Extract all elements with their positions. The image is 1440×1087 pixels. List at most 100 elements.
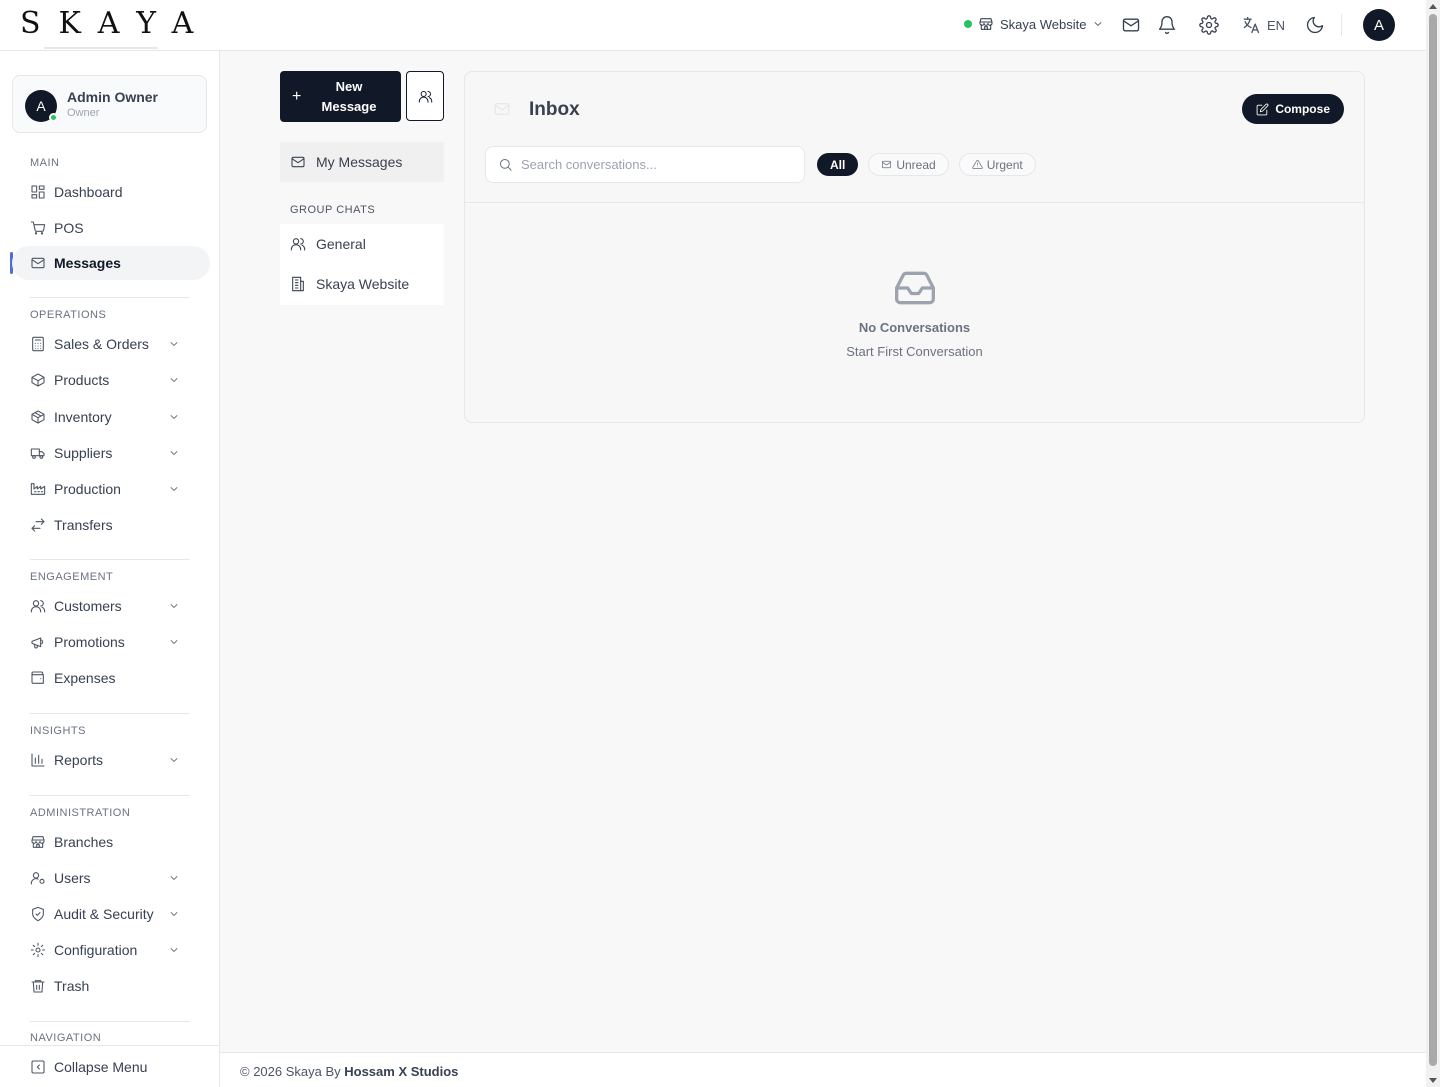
users-icon <box>418 90 432 103</box>
empty-state-subtitle[interactable]: Start First Conversation <box>465 344 1364 359</box>
sidebar-item-pos[interactable]: POS <box>12 211 210 245</box>
chevron-down-icon <box>170 912 178 916</box>
sidebar-item-configuration[interactable]: Configuration <box>12 933 210 967</box>
chevron-down-icon <box>170 378 178 382</box>
sidebar-item-promotions[interactable]: Promotions <box>12 625 210 659</box>
collapse-menu-button[interactable]: Collapse Menu <box>12 1050 210 1084</box>
group-chat-label: Skaya Website <box>316 276 410 292</box>
notifications-button[interactable] <box>1157 15 1177 35</box>
sidebar-item-inventory[interactable]: Inventory <box>12 400 210 434</box>
sidebar-item-label: Suppliers <box>54 445 113 461</box>
sidebar-item-trash[interactable]: Trash <box>12 969 210 1003</box>
compose-button[interactable]: Compose <box>1242 94 1344 124</box>
filter-all[interactable]: All <box>817 153 859 176</box>
sidebar-footer: Collapse Menu <box>0 1045 219 1087</box>
branch-selector[interactable]: Skaya Website <box>964 16 1104 32</box>
scroll-thumb[interactable] <box>1429 14 1437 1066</box>
factory-icon <box>30 483 46 495</box>
group-chat-label: General <box>316 236 366 252</box>
inbox-header-icon <box>493 100 511 118</box>
group-chats-list: General Skaya Website <box>280 224 444 305</box>
branch-status-dot <box>964 20 972 28</box>
scrollbar[interactable] <box>1426 0 1440 1087</box>
user-cog-icon <box>30 872 45 885</box>
sidebar-item-label: Inventory <box>54 409 112 425</box>
plus-icon: + <box>292 88 302 105</box>
building-icon <box>292 276 304 292</box>
search-input[interactable] <box>521 157 791 172</box>
section-label-administration: ADMINISTRATION <box>30 807 131 819</box>
sidebar-item-sales-orders[interactable]: Sales & Orders <box>12 327 210 361</box>
gear-icon <box>1199 15 1219 35</box>
chevron-down-icon <box>170 342 178 346</box>
user-avatar-button[interactable]: A <box>1363 9 1395 41</box>
group-chat-skaya-website[interactable]: Skaya Website <box>280 264 444 304</box>
edit-icon <box>1256 103 1269 115</box>
online-status-dot <box>49 113 58 122</box>
sidebar-item-reports[interactable]: Reports <box>12 743 210 777</box>
sidebar-item-label: Sales & Orders <box>54 336 149 352</box>
footer: © 2026 Skaya By Hossam X Studios <box>220 1052 1426 1087</box>
package-icon <box>31 410 45 424</box>
sidebar-item-label: Configuration <box>54 942 138 958</box>
filter-unread[interactable]: Unread <box>868 153 949 176</box>
sidebar-item-label: Reports <box>54 752 104 768</box>
app-logo[interactable]: SKAYA <box>20 6 211 41</box>
language-selector[interactable]: EN <box>1241 15 1285 35</box>
settings-button[interactable] <box>1199 15 1219 35</box>
sidebar-item-production[interactable]: Production <box>12 472 210 506</box>
sidebar-divider <box>30 713 190 714</box>
sidebar-item-suppliers[interactable]: Suppliers <box>12 436 210 470</box>
new-message-label: New Message <box>321 79 377 114</box>
sidebar-divider <box>30 559 190 560</box>
sidebar-item-users[interactable]: Users <box>12 861 210 895</box>
footer-studio-link[interactable]: Hossam X Studios <box>344 1064 458 1079</box>
section-label-engagement: ENGAGEMENT <box>30 571 114 583</box>
top-bar: SKAYA Skaya Website EN A <box>0 0 1426 51</box>
my-messages-label: My Messages <box>316 154 403 170</box>
shield-check-icon <box>32 906 44 922</box>
sidebar-item-expenses[interactable]: Expenses <box>12 661 210 695</box>
group-chats-label: GROUP CHATS <box>290 204 376 216</box>
sidebar-item-label: Messages <box>54 255 121 271</box>
compose-label: Compose <box>1275 102 1330 116</box>
scroll-up-arrow[interactable] <box>1429 4 1437 9</box>
sidebar-item-audit-security[interactable]: Audit & Security <box>12 897 210 931</box>
search-icon <box>500 159 512 171</box>
transfer-icon <box>31 518 45 532</box>
section-label-navigation: NAVIGATION <box>30 1032 102 1044</box>
megaphone-icon <box>31 637 44 649</box>
mail-button[interactable] <box>1121 15 1141 35</box>
search-box <box>485 146 805 183</box>
user-card[interactable]: A Admin Owner Owner <box>12 75 207 133</box>
page-title: Inbox <box>529 99 580 120</box>
sidebar-item-label: Expenses <box>54 670 116 686</box>
sidebar-item-dashboard[interactable]: Dashboard <box>12 175 210 209</box>
sidebar-item-label: Users <box>54 870 91 886</box>
users-icon <box>30 600 46 613</box>
mail-icon <box>1122 18 1140 32</box>
my-messages-item[interactable]: My Messages <box>280 142 444 182</box>
moon-icon <box>1306 16 1324 34</box>
theme-toggle[interactable] <box>1305 15 1325 35</box>
header-divider <box>1341 14 1342 36</box>
user-role: Owner <box>67 107 100 119</box>
language-code: EN <box>1267 17 1286 33</box>
sidebar-item-label: Customers <box>54 598 122 614</box>
empty-state-title: No Conversations <box>858 320 971 335</box>
filter-urgent[interactable]: Urgent <box>958 153 1036 176</box>
scroll-down-arrow[interactable] <box>1429 1078 1437 1083</box>
sidebar-item-label: Trash <box>54 978 90 994</box>
sidebar-item-customers[interactable]: Customers <box>12 589 210 623</box>
trash-icon <box>31 980 45 993</box>
store-icon <box>979 18 993 30</box>
sidebar-item-branches[interactable]: Branches <box>12 825 210 859</box>
group-chat-general[interactable]: General <box>280 224 444 264</box>
sidebar-item-messages[interactable]: Messages <box>12 246 210 280</box>
filter-group: All Unread Urgent <box>817 153 1036 176</box>
alert-triangle-icon <box>972 159 983 169</box>
sidebar-item-products[interactable]: Products <box>12 363 210 397</box>
sidebar-item-transfers[interactable]: Transfers <box>12 508 210 542</box>
new-group-button[interactable] <box>406 71 444 121</box>
new-message-button[interactable]: + New Message <box>280 71 401 122</box>
